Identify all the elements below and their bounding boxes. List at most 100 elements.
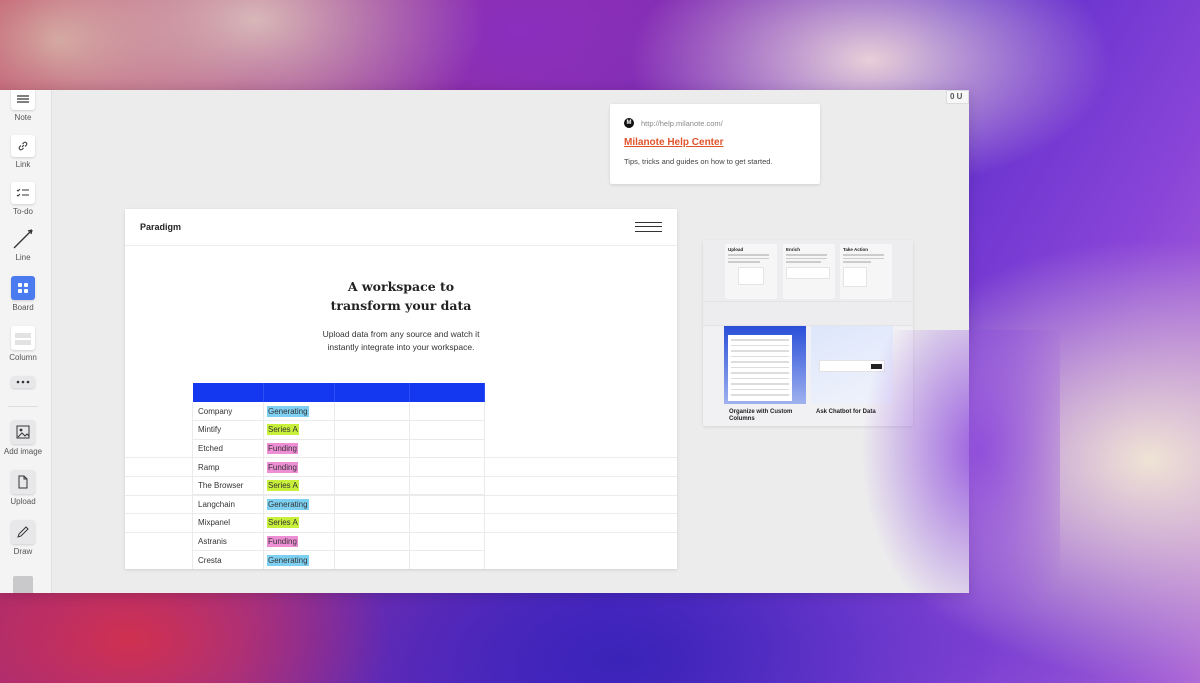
line-icon xyxy=(11,228,35,250)
feature-caption: Ask Chatbot for Data xyxy=(816,409,876,415)
tool-line[interactable]: Line xyxy=(0,228,46,262)
empty-cell xyxy=(409,439,485,459)
tool-add-image-label: Add image xyxy=(3,447,43,456)
link-description: Tips, tricks and guides on how to get st… xyxy=(624,157,773,166)
image-icon xyxy=(11,420,35,444)
preview-headline: A workspace to transform your data xyxy=(330,279,472,313)
empty-cell xyxy=(334,513,410,533)
status-tag: Series A xyxy=(267,424,299,436)
table-header-row xyxy=(192,383,485,402)
status-tag: Generating xyxy=(267,498,309,510)
company-cell: Ramp xyxy=(192,457,264,477)
table-row: Cresta Generating xyxy=(192,550,485,569)
milanote-window: Note Link To-do Line Board Column Add im… xyxy=(0,90,969,593)
empty-cell xyxy=(409,420,485,440)
status-tag: Funding xyxy=(267,461,298,473)
status-tag: Generating xyxy=(267,554,309,566)
milanote-logo-icon: M xyxy=(624,118,634,128)
status-tag: Funding xyxy=(267,442,298,454)
mini-column-upload: Upload xyxy=(725,244,777,299)
table-row: Astranis Funding xyxy=(192,532,485,552)
empty-cell xyxy=(334,402,410,422)
tool-todo-label: To-do xyxy=(12,207,33,216)
empty-cell xyxy=(409,476,485,496)
tool-note-label: Note xyxy=(14,113,32,122)
empty-cell xyxy=(409,550,485,569)
tool-upload[interactable]: Upload xyxy=(0,470,46,506)
empty-cell xyxy=(334,457,410,477)
toolbar: Note Link To-do Line Board Column Add im… xyxy=(0,90,52,593)
status-cell: Funding xyxy=(263,457,335,477)
image-card-features[interactable]: Upload Enrich Take Action Organize with … xyxy=(703,240,913,426)
status-cell: Series A xyxy=(263,420,335,440)
status-cell: Funding xyxy=(263,532,335,552)
mini-column-take-action: Take Action xyxy=(840,244,892,299)
board-icon xyxy=(11,276,35,300)
tool-todo[interactable]: To-do xyxy=(0,182,46,216)
tool-add-image[interactable]: Add image xyxy=(0,420,46,456)
checklist-icon xyxy=(11,182,35,204)
link-card-help[interactable]: M http://help.milanote.com/ Milanote Hel… xyxy=(610,104,820,184)
tool-note[interactable]: Note xyxy=(0,90,46,122)
preview-navbar: Paradigm xyxy=(125,209,677,246)
tool-link-label: Link xyxy=(15,160,31,169)
empty-cell xyxy=(334,420,410,440)
link-icon xyxy=(11,135,35,157)
empty-cell xyxy=(409,457,485,477)
tool-draw-label: Draw xyxy=(13,547,33,556)
tool-upload-label: Upload xyxy=(10,497,36,506)
status-cell: Series A xyxy=(263,513,335,533)
empty-cell xyxy=(409,402,485,422)
tool-board[interactable]: Board xyxy=(0,276,46,312)
preview-brand: Paradigm xyxy=(140,222,182,232)
mini-column-title: Upload xyxy=(728,247,744,252)
toolbar-divider xyxy=(8,406,38,407)
empty-cell xyxy=(334,476,410,496)
tool-draw[interactable]: Draw xyxy=(0,520,46,556)
trash-icon[interactable] xyxy=(13,576,33,593)
table-row: Mintify Series A xyxy=(192,420,485,440)
company-cell: Langchain xyxy=(192,494,264,515)
website-preview-card[interactable]: Paradigm A workspace to transform your d… xyxy=(125,209,677,569)
empty-cell xyxy=(409,513,485,533)
tool-link[interactable]: Link xyxy=(0,135,46,169)
empty-cell xyxy=(334,494,410,515)
table-row: Mixpanel Series A xyxy=(192,513,485,533)
status-cell: Series A xyxy=(263,476,335,496)
tool-line-label: Line xyxy=(15,253,31,262)
status-cell: Generating xyxy=(263,494,335,515)
file-icon xyxy=(11,470,35,494)
image-mid-strip xyxy=(703,302,913,326)
tool-column[interactable]: Column xyxy=(0,326,46,362)
empty-cell xyxy=(334,532,410,552)
table-row: Company Generating xyxy=(192,402,485,422)
preview-data-table: Company Generating Mintify Series A Etched Fu… xyxy=(192,383,485,569)
status-cell: Generating xyxy=(263,402,335,422)
company-cell: The Browser xyxy=(192,476,264,496)
company-cell: Mintify xyxy=(192,420,264,440)
company-cell: Company xyxy=(192,402,264,422)
feature-caption: Organize with Custom Columns xyxy=(729,409,793,422)
company-cell: Etched xyxy=(192,439,264,459)
company-cell: Mixpanel xyxy=(192,513,264,533)
table-row: Etched Funding xyxy=(192,439,485,459)
feature-panel-columns xyxy=(724,326,806,404)
table-row: The Browser Series A xyxy=(192,476,485,496)
mini-column-enrich: Enrich xyxy=(783,244,835,299)
hamburger-menu-icon xyxy=(635,222,662,232)
status-cell: Funding xyxy=(263,439,335,459)
status-tag: Series A xyxy=(267,517,299,529)
company-cell: Cresta xyxy=(192,550,264,569)
mini-column-title: Take Action xyxy=(843,247,869,252)
tool-column-label: Column xyxy=(9,353,37,362)
tool-more[interactable] xyxy=(0,376,46,388)
table-row: Ramp Funding xyxy=(192,457,485,477)
link-url: http://help.milanote.com/ xyxy=(641,118,723,128)
link-title[interactable]: Milanote Help Center xyxy=(624,137,806,148)
status-tag: Generating xyxy=(267,405,309,417)
table-row: Langchain Generating xyxy=(192,494,485,515)
status-cell: Generating xyxy=(263,550,335,569)
collaborator-counter[interactable]: 0 U xyxy=(946,90,969,104)
preview-subtitle: Upload data from any source and watch it… xyxy=(322,329,480,352)
mini-column-title: Enrich xyxy=(786,247,801,252)
